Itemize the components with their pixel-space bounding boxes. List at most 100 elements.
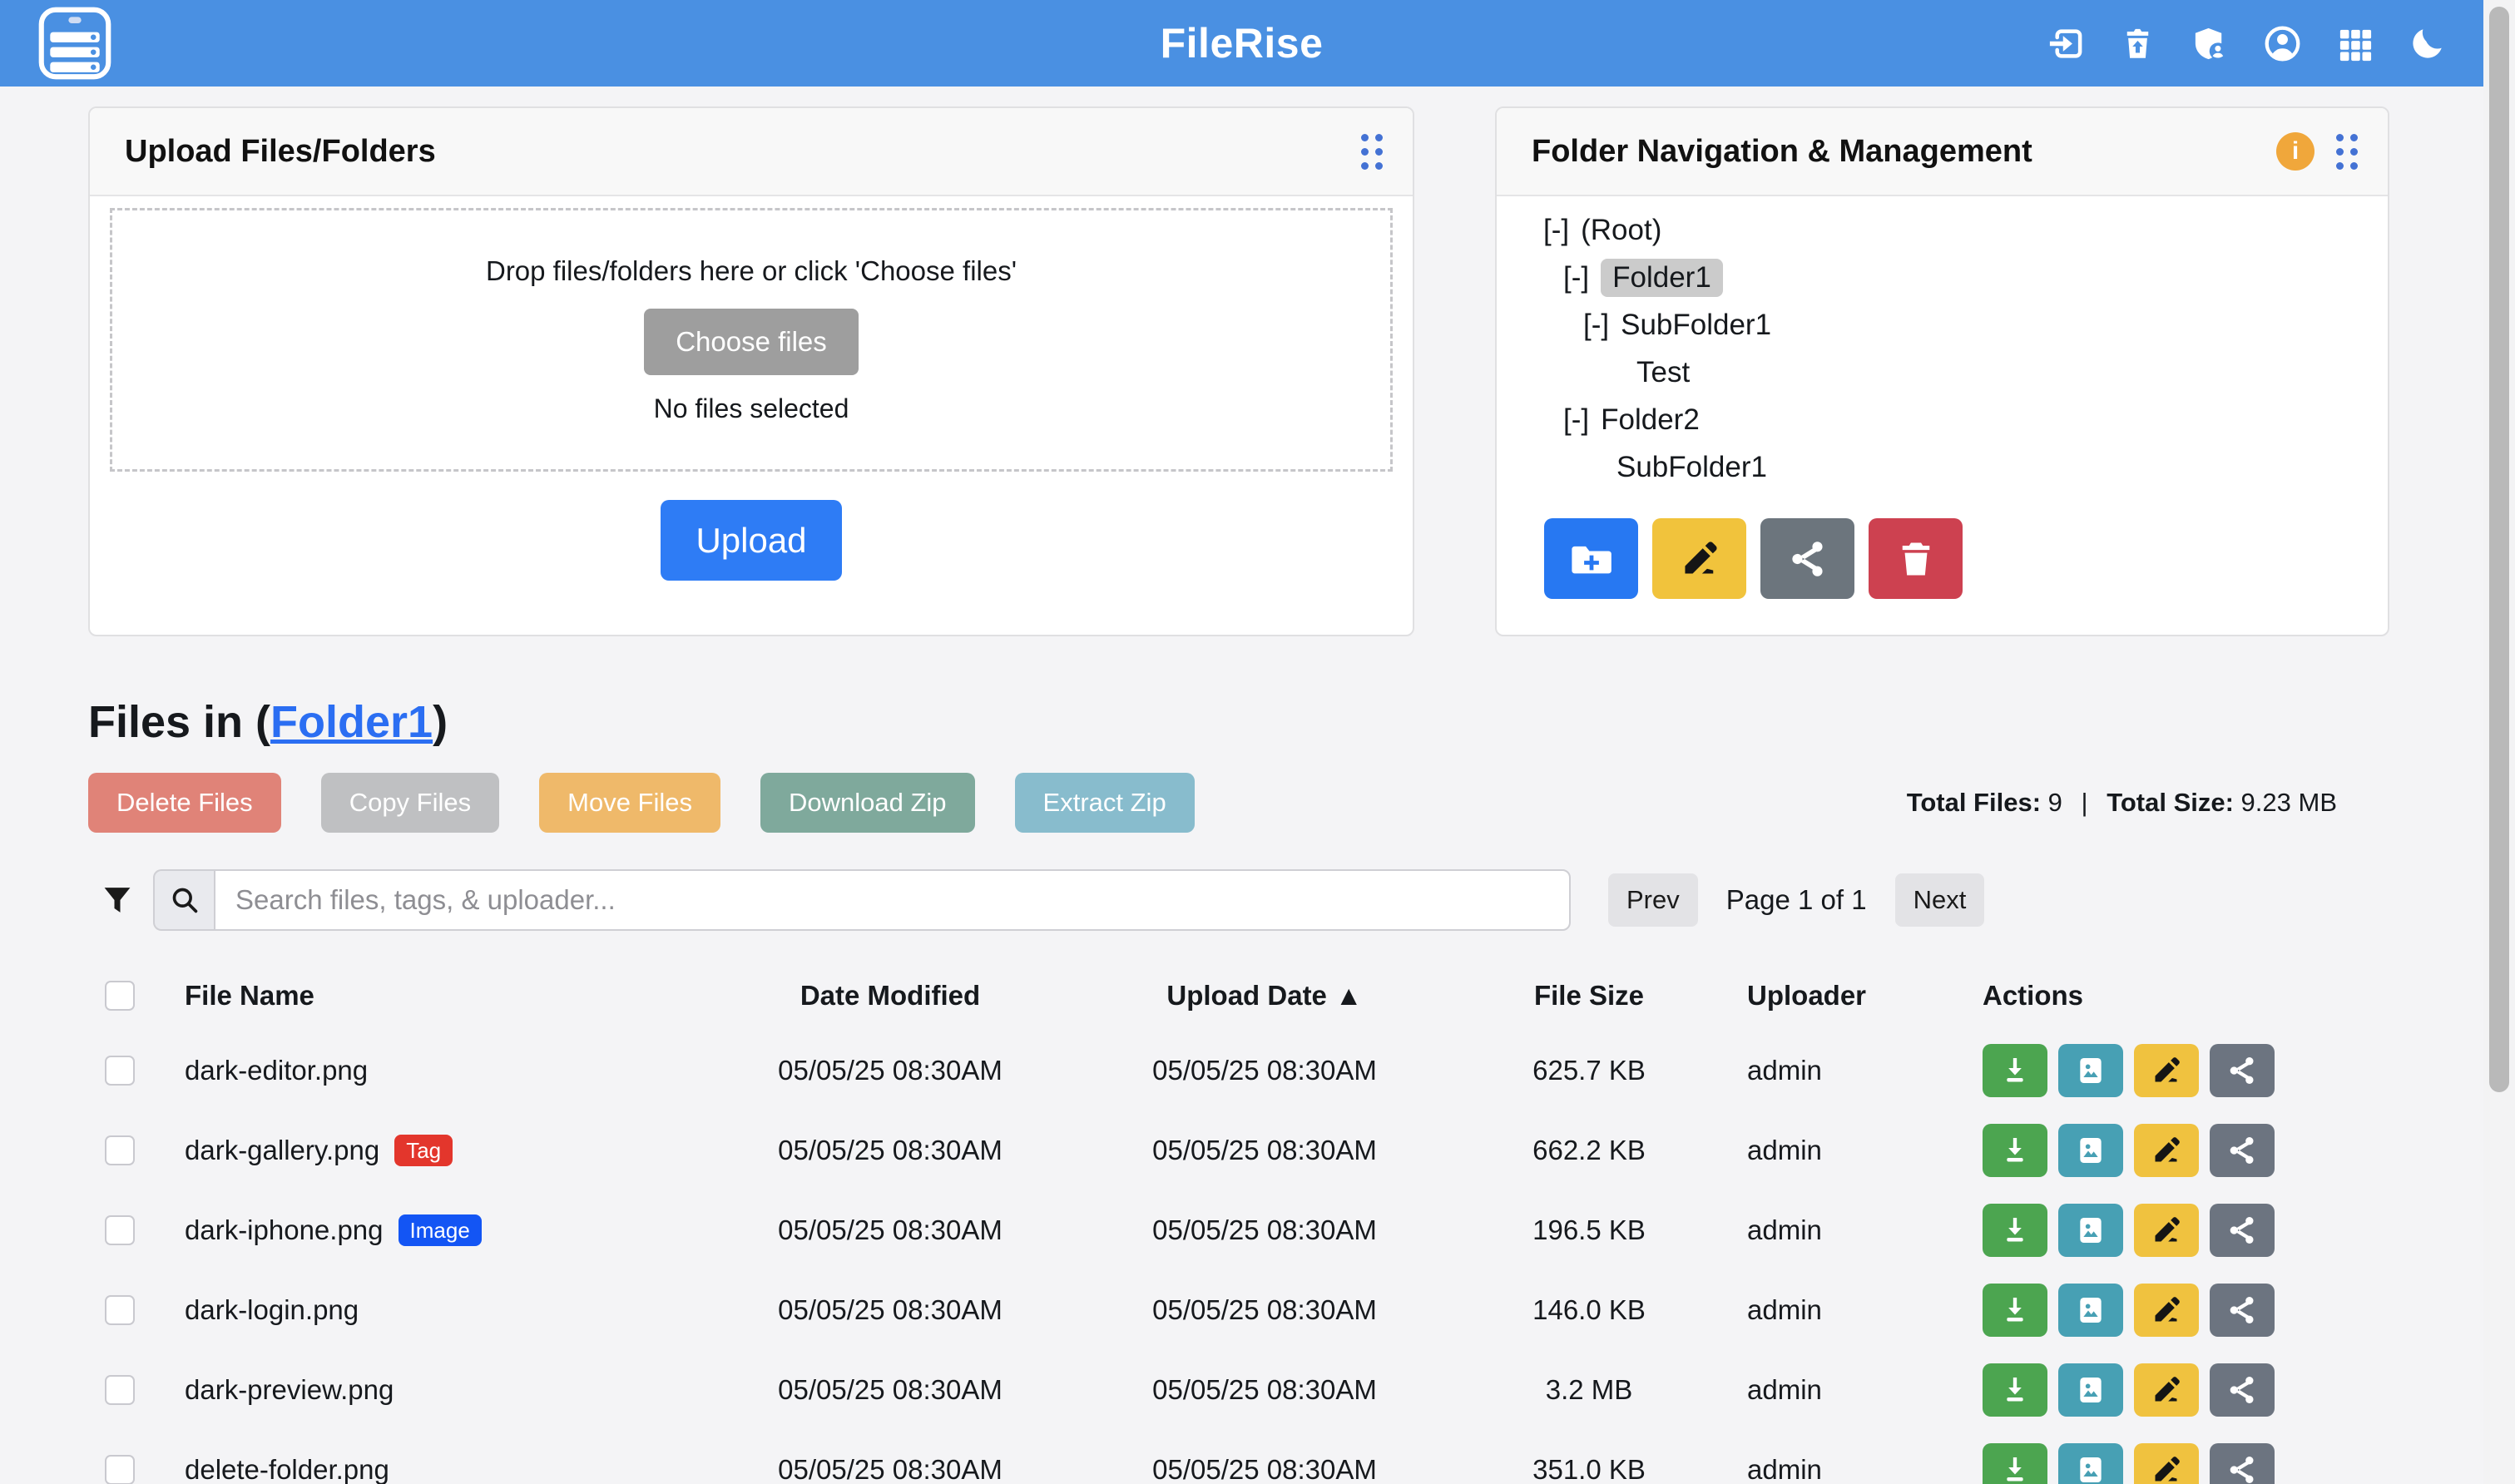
tree-folder-label[interactable]: Folder1 xyxy=(1601,259,1723,297)
share-file-button[interactable] xyxy=(2210,1044,2275,1097)
rename-file-button[interactable] xyxy=(2134,1284,2199,1337)
download-file-button[interactable] xyxy=(1983,1124,2047,1177)
pencil-icon xyxy=(2150,1214,2183,1247)
row-actions xyxy=(1963,1284,2483,1337)
folder-card-header: Folder Navigation & Management i xyxy=(1497,108,2388,196)
preview-image-button[interactable] xyxy=(2058,1363,2123,1417)
column-header-file-size[interactable]: File Size xyxy=(1464,980,1714,1012)
share-file-button[interactable] xyxy=(2210,1443,2275,1484)
files-heading: Files in (Folder1) xyxy=(88,695,2395,749)
column-header-upload-date[interactable]: Upload Date▲ xyxy=(1065,980,1464,1012)
rename-file-button[interactable] xyxy=(2134,1044,2199,1097)
tree-collapse-toggle[interactable]: [-] xyxy=(1563,403,1589,437)
pencil-icon xyxy=(1678,537,1721,581)
uploader: admin xyxy=(1714,1055,1963,1086)
file-name[interactable]: dark-preview.png xyxy=(185,1374,394,1406)
grid-icon[interactable] xyxy=(2335,24,2374,63)
file-name[interactable]: dark-editor.png xyxy=(185,1055,368,1086)
upload-card: Upload Files/Folders Drop files/folders … xyxy=(88,106,1414,636)
upload-date: 05/05/25 08:30AM xyxy=(1065,1214,1464,1246)
file-size: 625.7 KB xyxy=(1464,1055,1714,1086)
scrollbar-thumb[interactable] xyxy=(2489,7,2509,1092)
tree-folder-label[interactable]: SubFolder1 xyxy=(1616,451,1767,484)
row-checkbox[interactable] xyxy=(105,1135,135,1165)
download-file-button[interactable] xyxy=(1983,1363,2047,1417)
rename-folder-button[interactable] xyxy=(1652,518,1746,599)
preview-image-button[interactable] xyxy=(2058,1124,2123,1177)
select-all-checkbox[interactable] xyxy=(105,981,135,1011)
info-icon[interactable]: i xyxy=(2276,132,2314,171)
user-circle-icon[interactable] xyxy=(2263,24,2302,63)
preview-image-button[interactable] xyxy=(2058,1284,2123,1337)
column-header-date-modified[interactable]: Date Modified xyxy=(715,980,1065,1012)
tree-node: [-] Folder2 xyxy=(1497,396,2388,443)
extract-zip-button[interactable]: Extract Zip xyxy=(1015,773,1195,833)
rename-file-button[interactable] xyxy=(2134,1124,2199,1177)
column-header-file-name[interactable]: File Name xyxy=(166,980,715,1012)
download-file-button[interactable] xyxy=(1983,1284,2047,1337)
share-file-button[interactable] xyxy=(2210,1284,2275,1337)
upload-card-title: Upload Files/Folders xyxy=(125,134,436,170)
file-name[interactable]: dark-iphone.png xyxy=(185,1214,384,1246)
choose-files-button[interactable]: Choose files xyxy=(644,309,859,375)
share-icon xyxy=(2225,1054,2259,1087)
tree-folder-label[interactable]: Folder2 xyxy=(1601,403,1700,437)
upload-button[interactable]: Upload xyxy=(661,500,842,581)
image-icon xyxy=(2074,1054,2107,1087)
search-icon[interactable] xyxy=(153,869,214,931)
tree-collapse-toggle[interactable]: [-] xyxy=(1563,261,1589,294)
create-folder-button[interactable] xyxy=(1544,518,1638,599)
tree-folder-label[interactable]: Test xyxy=(1636,356,1690,389)
download-file-button[interactable] xyxy=(1983,1044,2047,1097)
rename-file-button[interactable] xyxy=(2134,1443,2199,1484)
total-files-value: 9 xyxy=(2048,788,2062,817)
share-folder-button[interactable] xyxy=(1760,518,1854,599)
share-file-button[interactable] xyxy=(2210,1124,2275,1177)
filter-icon[interactable] xyxy=(100,881,135,919)
file-name[interactable]: delete-folder.png xyxy=(185,1454,389,1484)
scrollbar-track[interactable] xyxy=(2483,0,2515,1484)
dropzone-text: Drop files/folders here or click 'Choose… xyxy=(486,255,1017,287)
trash-restore-icon[interactable] xyxy=(2118,24,2157,63)
delete-folder-button[interactable] xyxy=(1869,518,1963,599)
date-modified: 05/05/25 08:30AM xyxy=(715,1294,1065,1326)
search-input[interactable] xyxy=(214,869,1571,931)
tree-node: [-] (Root) xyxy=(1497,206,2388,254)
share-file-button[interactable] xyxy=(2210,1204,2275,1257)
uploader: admin xyxy=(1714,1454,1963,1484)
column-header-uploader[interactable]: Uploader xyxy=(1714,980,1963,1012)
admin-shield-icon[interactable] xyxy=(2191,24,2230,63)
drag-handle-icon[interactable] xyxy=(2336,134,2358,170)
download-file-button[interactable] xyxy=(1983,1204,2047,1257)
row-checkbox[interactable] xyxy=(105,1215,135,1245)
rename-file-button[interactable] xyxy=(2134,1363,2199,1417)
copy-files-button[interactable]: Copy Files xyxy=(321,773,499,833)
date-modified: 05/05/25 08:30AM xyxy=(715,1374,1065,1406)
row-checkbox[interactable] xyxy=(105,1056,135,1086)
preview-image-button[interactable] xyxy=(2058,1044,2123,1097)
row-checkbox[interactable] xyxy=(105,1455,135,1484)
prev-page-button[interactable]: Prev xyxy=(1608,873,1698,927)
download-file-button[interactable] xyxy=(1983,1443,2047,1484)
delete-files-button[interactable]: Delete Files xyxy=(88,773,281,833)
row-checkbox[interactable] xyxy=(105,1295,135,1325)
download-zip-button[interactable]: Download Zip xyxy=(760,773,975,833)
preview-image-button[interactable] xyxy=(2058,1443,2123,1484)
move-files-button[interactable]: Move Files xyxy=(539,773,720,833)
tree-collapse-toggle[interactable]: [-] xyxy=(1543,214,1569,247)
file-name[interactable]: dark-login.png xyxy=(185,1294,359,1326)
current-folder-link[interactable]: Folder1 xyxy=(270,697,433,747)
logout-icon[interactable] xyxy=(2046,24,2085,63)
rename-file-button[interactable] xyxy=(2134,1204,2199,1257)
next-page-button[interactable]: Next xyxy=(1895,873,1985,927)
tree-collapse-toggle[interactable]: [-] xyxy=(1583,309,1609,342)
tree-folder-label[interactable]: SubFolder1 xyxy=(1621,309,1771,342)
tree-folder-label[interactable]: (Root) xyxy=(1581,214,1661,247)
row-checkbox[interactable] xyxy=(105,1375,135,1405)
file-dropzone[interactable]: Drop files/folders here or click 'Choose… xyxy=(110,208,1393,472)
drag-handle-icon[interactable] xyxy=(1361,134,1383,170)
preview-image-button[interactable] xyxy=(2058,1204,2123,1257)
file-name[interactable]: dark-gallery.png xyxy=(185,1135,379,1166)
share-file-button[interactable] xyxy=(2210,1363,2275,1417)
dark-mode-moon-icon[interactable] xyxy=(2408,24,2447,63)
